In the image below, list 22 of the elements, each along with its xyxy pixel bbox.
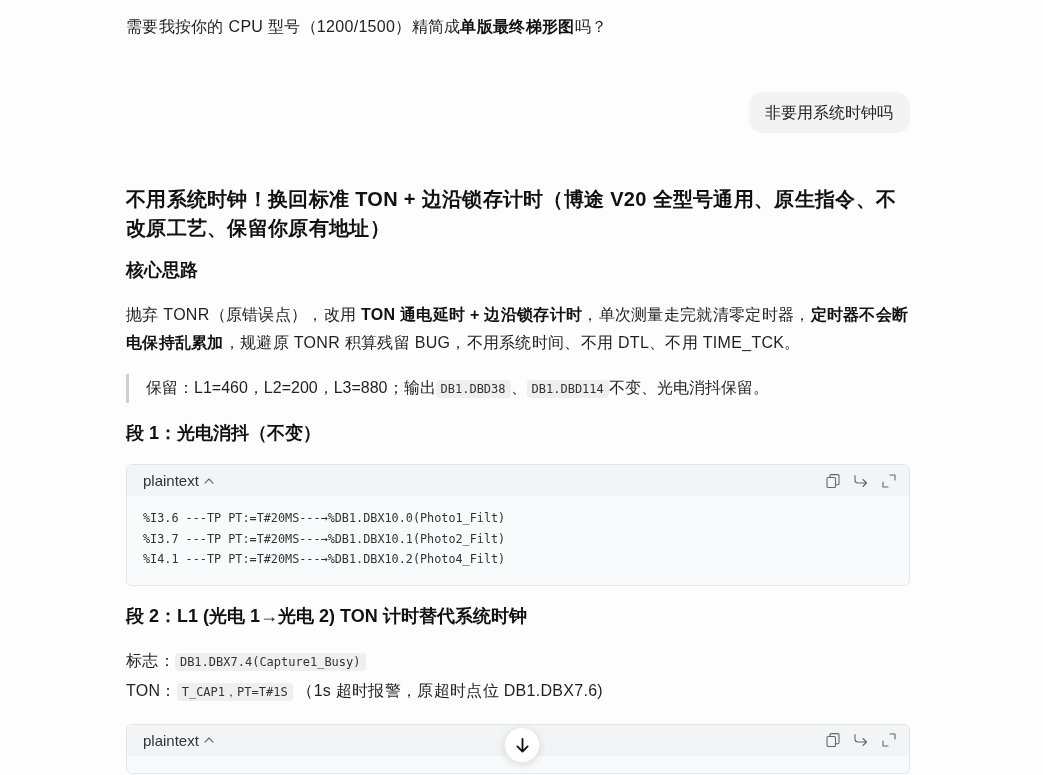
block-quote: 保留：L1=460，L2=200，L3=880；输出 DB1.DBD38 、 DB1.DBD114 不变、光电消抖保留。: [126, 374, 910, 403]
subheading: 段 2：L1 (光电 1→光电 2) TON 计时替代系统时钟: [126, 604, 528, 628]
user-message-bubble: 非要用系统时钟吗: [749, 92, 910, 133]
paragraph: 标志： DB1.DBX7.4(Capture1_Busy): [126, 646, 910, 676]
paragraph: TON： T_CAP1，PT=T#1S （1s 超时报警，原超时点位 DB1.DBX7.6): [126, 680, 604, 703]
code-line: %I3.7 ---TP PT:=T#20MS---→%DB1.DBX10.1(Photo2_Filt): [143, 530, 507, 548]
expand-icon[interactable]: [882, 733, 896, 747]
subheading: 核心思路: [126, 259, 199, 282]
code-line: %I4.1 ---TP PT:=T#20MS---→%DB1.DBX10.2(Photo4_Filt): [143, 551, 507, 568]
curved-arrow-icon[interactable]: [854, 733, 868, 747]
copy-icon[interactable]: [826, 733, 840, 747]
section-heading: 不用系统时钟！换回标准 TON + 边沿锁存计时（博途 V20 全型号通用、原生指令、不改原工艺、保留你原有地址）: [126, 187, 898, 241]
language-toggle[interactable]: plaintext: [143, 731, 214, 749]
paragraph: 抛弃 TONR（原错误点），改用 TON 通电延时 + 边沿锁存计时，单次测量走完就清零定时器，定时器不会断电保持乱累加，规避原 TONR 积算残留 BUG，不用系统时间、不用 DTL、不用 TIME_TCK。: [126, 305, 910, 353]
paragraph: 需要我按你的 CPU 型号（1200/1500）精简成单版最终梯形图吗？: [126, 17, 609, 37]
curved-arrow-icon[interactable]: [854, 473, 868, 488]
arrow-down-icon: [515, 737, 529, 753]
language-toggle[interactable]: plaintext: [143, 472, 214, 489]
expand-icon[interactable]: [882, 473, 896, 488]
subheading: 段 1：光电消抖（不变）: [126, 422, 322, 445]
code-line: %I3.6 ---TP PT:=T#20MS---→%DB1.DBX10.0(Photo1_Filt): [143, 510, 507, 527]
copy-icon[interactable]: [826, 473, 840, 488]
